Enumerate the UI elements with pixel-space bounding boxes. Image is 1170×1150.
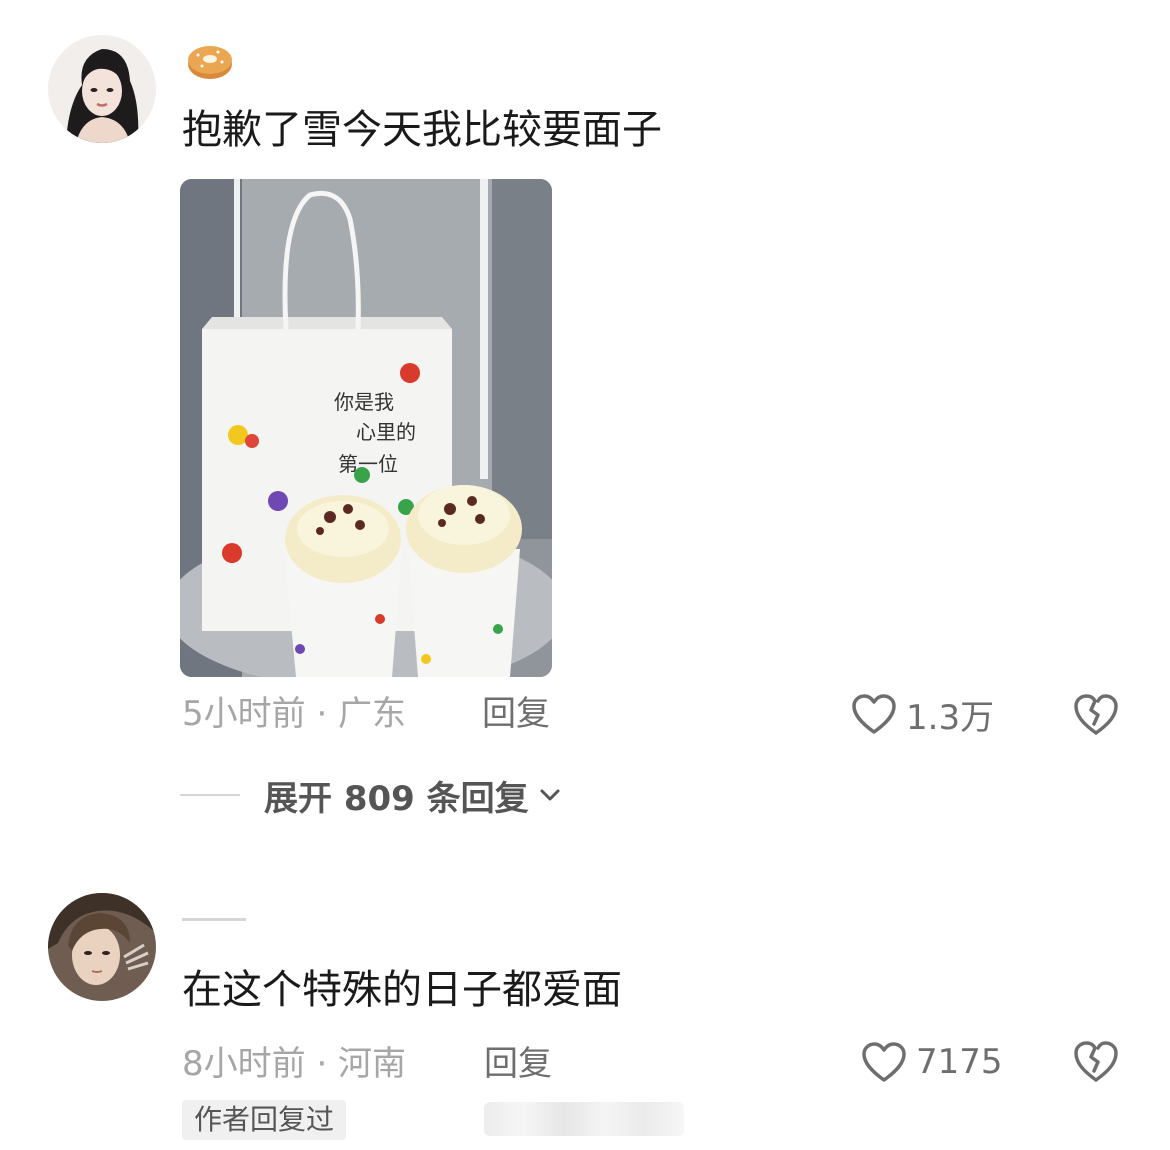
bagel-emoji-icon bbox=[182, 40, 234, 82]
heart-outline-icon bbox=[862, 1042, 906, 1082]
dislike-button[interactable] bbox=[1072, 1038, 1120, 1084]
author-replied-badge: 作者回复过 bbox=[182, 1100, 347, 1140]
comment-item: 抱歉了雪今天我比较要面子 你是我 心里的 第一位 5小时前 · 广东 回复 1.… bbox=[0, 0, 1170, 840]
expand-replies-label: 展开 809 条回复 bbox=[264, 778, 529, 819]
comment-photo[interactable]: 你是我 心里的 第一位 bbox=[180, 179, 552, 677]
broken-heart-icon bbox=[1074, 1041, 1118, 1082]
like-button[interactable]: 7175 bbox=[860, 1038, 1003, 1086]
bag-text-1: 你是我 bbox=[334, 390, 394, 414]
expand-replies-button[interactable]: 展开 809 条回复 bbox=[180, 772, 563, 819]
broken-heart-icon bbox=[1074, 694, 1118, 735]
reply-button[interactable]: 回复 bbox=[482, 694, 550, 734]
divider bbox=[180, 794, 240, 796]
user-avatar[interactable] bbox=[48, 893, 156, 1001]
username-placeholder bbox=[182, 918, 246, 921]
comment-text: 在这个特殊的日子都爱面 bbox=[182, 967, 622, 1013]
like-count: 1.3万 bbox=[906, 697, 995, 738]
reply-button[interactable]: 回复 bbox=[484, 1044, 552, 1084]
heart-outline-icon bbox=[852, 694, 896, 734]
chevron-down-icon bbox=[540, 789, 560, 801]
bag-text-2: 心里的 bbox=[356, 420, 416, 444]
like-count: 7175 bbox=[916, 1042, 1003, 1082]
comment-meta: 8小时前 · 河南 bbox=[182, 1044, 407, 1084]
dislike-button[interactable] bbox=[1072, 691, 1120, 737]
comment-text: 抱歉了雪今天我比较要面子 bbox=[182, 107, 662, 153]
watermark bbox=[484, 1102, 684, 1136]
like-button[interactable]: 1.3万 bbox=[850, 690, 994, 738]
comment-item: 在这个特殊的日子都爱面 8小时前 · 河南 回复 7175 作者回复过 bbox=[0, 880, 1170, 1150]
comment-meta: 5小时前 · 广东 bbox=[182, 694, 407, 734]
user-avatar[interactable] bbox=[48, 35, 156, 143]
